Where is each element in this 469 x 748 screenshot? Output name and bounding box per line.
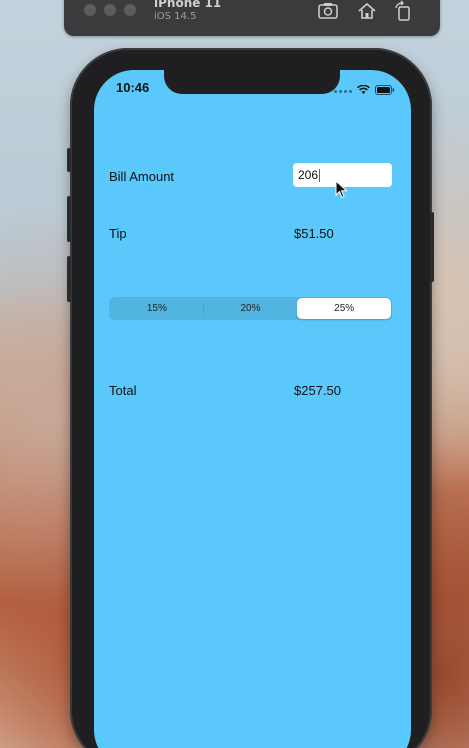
battery-icon: [375, 82, 395, 100]
text-caret: [319, 169, 320, 182]
device-name: iPhone 11: [154, 0, 222, 10]
total-amount: $257.50: [294, 383, 341, 398]
mouse-pointer-icon: [335, 180, 348, 199]
app-screen: 10:46 Bill Amount Tip $51.50 15% 20% 25%…: [94, 70, 411, 748]
tip-percentage-control: 15% 20% 25%: [109, 297, 392, 320]
signal-icon: [334, 89, 352, 93]
wifi-icon: [357, 82, 370, 100]
os-version: iOS 14.5: [154, 11, 197, 22]
tip-label: Tip: [109, 226, 127, 241]
status-time: 10:46: [116, 80, 150, 95]
segment-20-percent[interactable]: 20%: [204, 298, 298, 319]
volume-up-button: [67, 196, 71, 242]
segment-15-percent[interactable]: 15%: [110, 298, 204, 319]
tip-amount: $51.50: [294, 226, 334, 241]
zoom-window-button[interactable]: [124, 4, 136, 16]
volume-down-button: [67, 256, 71, 302]
bill-amount-label: Bill Amount: [109, 169, 175, 184]
mute-switch: [67, 148, 71, 172]
rotate-icon[interactable]: [392, 0, 414, 22]
home-icon[interactable]: [356, 0, 378, 22]
simulator-toolbar: iPhone 11 iOS 14.5: [64, 0, 440, 36]
close-window-button[interactable]: [84, 4, 96, 16]
segment-25-percent[interactable]: 25%: [297, 298, 392, 319]
minimize-window-button[interactable]: [104, 4, 116, 16]
power-button: [430, 212, 434, 282]
notch: [164, 70, 340, 94]
status-icons: [334, 82, 395, 100]
screenshot-icon[interactable]: [317, 0, 339, 22]
total-label: Total: [109, 383, 137, 398]
